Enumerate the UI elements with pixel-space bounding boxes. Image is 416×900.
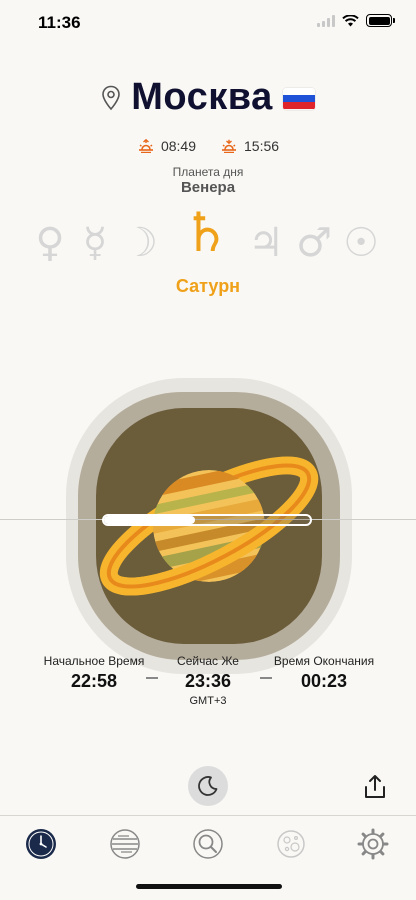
planet-of-day-label: Планета дня <box>172 165 244 179</box>
hour-progress-fill <box>104 516 195 524</box>
moon-craters-icon <box>277 830 305 858</box>
pin-icon <box>102 85 121 110</box>
share-button[interactable] <box>360 772 390 802</box>
start-time-value: 22:58 <box>70 671 118 691</box>
sunset-time: 15:56 <box>244 138 280 154</box>
magnifier-icon <box>193 829 223 859</box>
moon-tab[interactable] <box>271 824 311 864</box>
moon-symbol[interactable]: ☽ <box>118 218 162 268</box>
gear-icon <box>357 828 389 860</box>
active-planet-name: Сатурн <box>175 276 241 296</box>
sun-times: 08:49 15:56 <box>0 138 416 154</box>
sun-symbol[interactable]: ☉ <box>339 218 383 268</box>
planetary-hour-times: Начальное Время 22:58 Сейчас Же 23:36 GM… <box>0 654 416 714</box>
location-header[interactable]: Москва <box>0 76 416 119</box>
night-mode-button[interactable] <box>188 766 228 806</box>
status-time: 11:36 <box>38 13 81 32</box>
planet-porthole <box>66 378 352 674</box>
planet-tab[interactable] <box>105 824 145 864</box>
start-time-label: Начальное Время <box>43 654 145 668</box>
moon-icon <box>198 776 218 796</box>
wifi-icon <box>342 14 359 26</box>
sunset-icon <box>222 139 236 153</box>
flag-stripe-red <box>282 102 315 110</box>
sunrise-item: 08:49 <box>137 138 196 154</box>
saturn-symbol[interactable]: ♄ <box>176 206 236 260</box>
city-name: Москва <box>131 76 273 118</box>
now-time-value: 23:36 <box>184 671 232 691</box>
planet-symbol-carousel[interactable]: ♀ ☿ ☽ ♄ ♃ ♂ ☉ <box>0 206 416 282</box>
end-time-value: 00:23 <box>300 671 348 691</box>
planet-lines-icon <box>110 829 140 859</box>
timezone-label: GMT+3 <box>189 695 227 707</box>
home-indicator <box>136 884 282 889</box>
sunset-item: 15:56 <box>220 138 279 154</box>
sunrise-time: 08:49 <box>160 138 196 154</box>
clock-icon <box>26 829 56 859</box>
now-time-block: Сейчас Же 23:36 GMT+3 <box>158 654 258 707</box>
mercury-symbol[interactable]: ☿ <box>73 218 117 268</box>
start-time-block: Начальное Время 22:58 <box>40 654 148 692</box>
separator-dash <box>260 677 272 679</box>
end-time-block: Время Окончания 00:23 <box>268 654 380 692</box>
mars-symbol[interactable]: ♂ <box>292 218 336 268</box>
russia-flag-icon <box>282 87 315 110</box>
clock-tab[interactable] <box>21 824 61 864</box>
hour-progress-bar <box>102 514 312 526</box>
planet-of-day-value: Венера <box>180 179 236 196</box>
venus-symbol[interactable]: ♀ <box>28 218 72 268</box>
jupiter-symbol[interactable]: ♃ <box>244 218 288 268</box>
battery-icon <box>366 14 395 27</box>
share-icon <box>365 775 385 798</box>
end-time-label: Время Окончания <box>273 654 375 668</box>
status-icons <box>317 14 395 27</box>
search-tab[interactable] <box>188 824 228 864</box>
separator-dash <box>146 677 158 679</box>
signal-icon <box>317 14 335 27</box>
now-time-label: Сейчас Же <box>177 654 239 668</box>
sunrise-icon <box>138 139 153 153</box>
settings-tab[interactable] <box>353 824 393 864</box>
flag-stripe-blue <box>282 94 315 103</box>
status-bar: 11:36 <box>0 0 416 46</box>
flag-stripe-white <box>282 87 315 95</box>
